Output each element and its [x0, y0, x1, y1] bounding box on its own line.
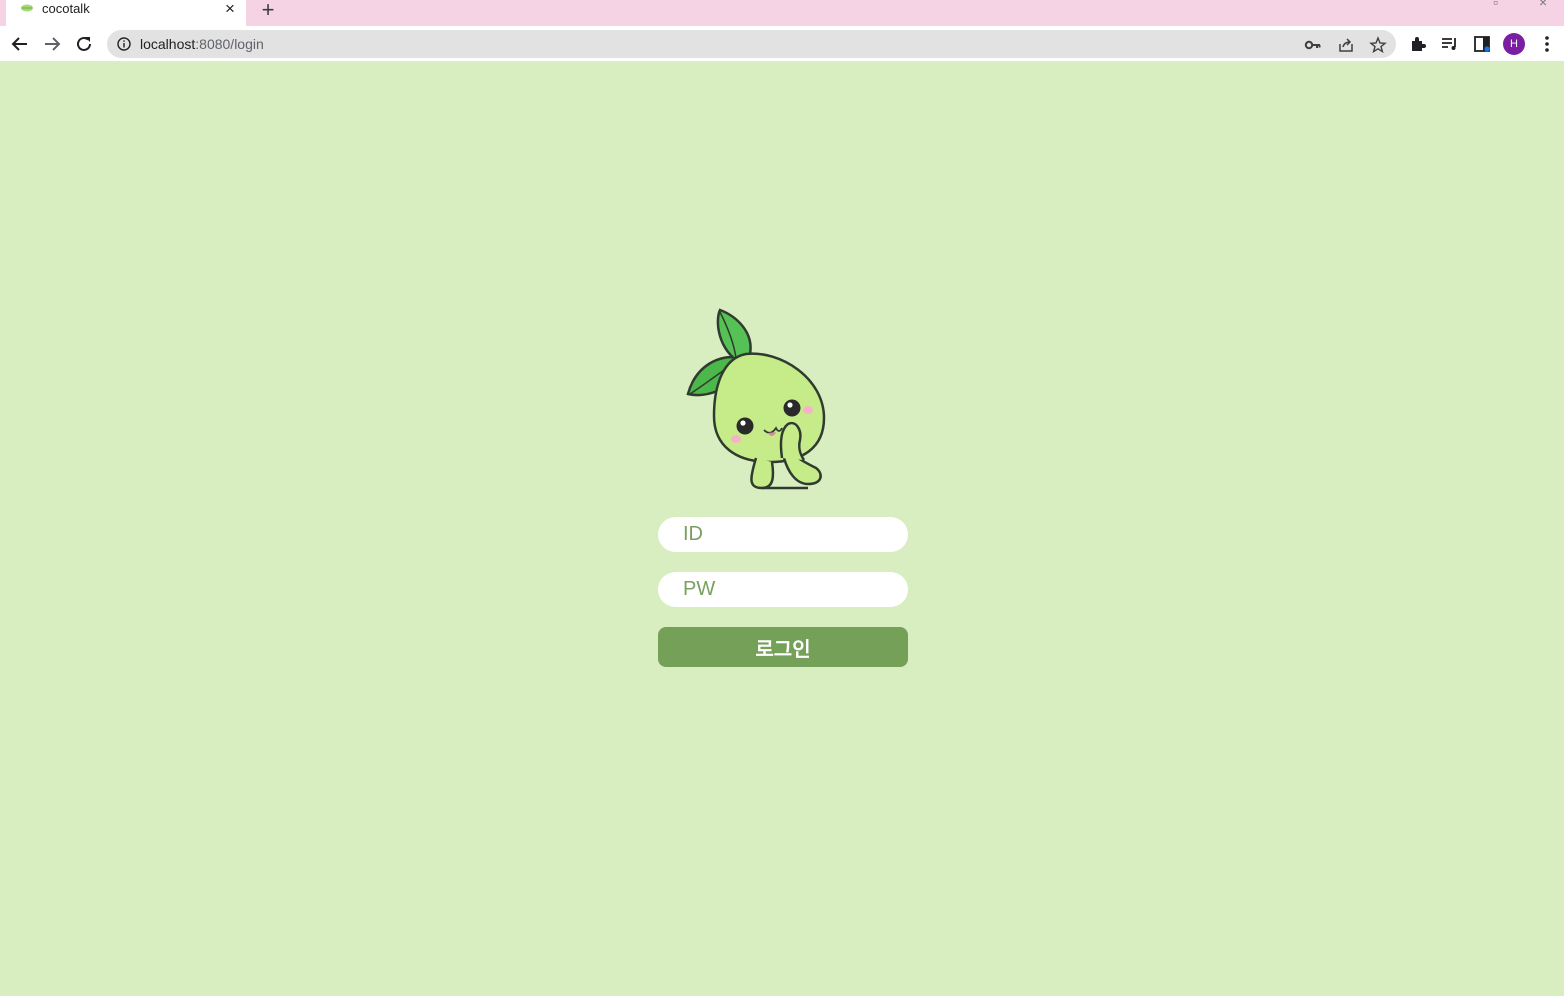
leaf-icon	[21, 4, 33, 12]
profile-avatar[interactable]: H	[1503, 33, 1525, 55]
login-button[interactable]: 로그인	[658, 627, 908, 667]
browser-toolbar: localhost:8080/login H	[0, 26, 1564, 62]
url-text: localhost:8080/login	[140, 36, 264, 52]
more-menu-icon[interactable]	[1538, 32, 1556, 56]
back-arrow-icon	[11, 37, 27, 51]
forward-button[interactable]	[39, 31, 65, 57]
password-input[interactable]	[658, 572, 908, 607]
tab-cocotalk[interactable]: cocotalk ×	[6, 0, 246, 26]
media-control-icon[interactable]	[1440, 34, 1460, 54]
back-button[interactable]	[7, 31, 33, 57]
browser-window: cocotalk × + ˇ ▫ × localhost:8080/login …	[0, 0, 1564, 996]
reload-icon	[77, 36, 91, 51]
extensions-icon[interactable]	[1408, 34, 1428, 54]
share-icon[interactable]	[1337, 36, 1355, 54]
url-path: :8080/login	[195, 36, 264, 52]
login-page: 로그인	[0, 62, 1564, 996]
window-close-icon[interactable]: ×	[1539, 0, 1547, 10]
forward-arrow-icon	[45, 37, 61, 51]
new-tab-icon[interactable]: +	[258, 0, 278, 23]
side-panel-icon[interactable]	[1472, 34, 1492, 54]
url-host: localhost	[140, 36, 196, 52]
bookmark-star-icon[interactable]	[1369, 36, 1387, 54]
info-icon[interactable]	[117, 37, 131, 51]
tab-title: cocotalk	[42, 1, 90, 16]
address-bar[interactable]: localhost:8080/login	[107, 30, 1396, 58]
sprout-mascot-image	[686, 308, 826, 490]
id-input[interactable]	[658, 517, 908, 552]
tab-strip: cocotalk × + ˇ ▫ ×	[0, 0, 1564, 26]
reload-button[interactable]	[71, 31, 97, 57]
minimize-icon[interactable]: ˇ	[1400, 0, 1405, 10]
tab-close-icon[interactable]: ×	[222, 0, 238, 19]
key-icon[interactable]	[1304, 36, 1322, 54]
maximize-icon[interactable]: ▫	[1493, 0, 1498, 10]
